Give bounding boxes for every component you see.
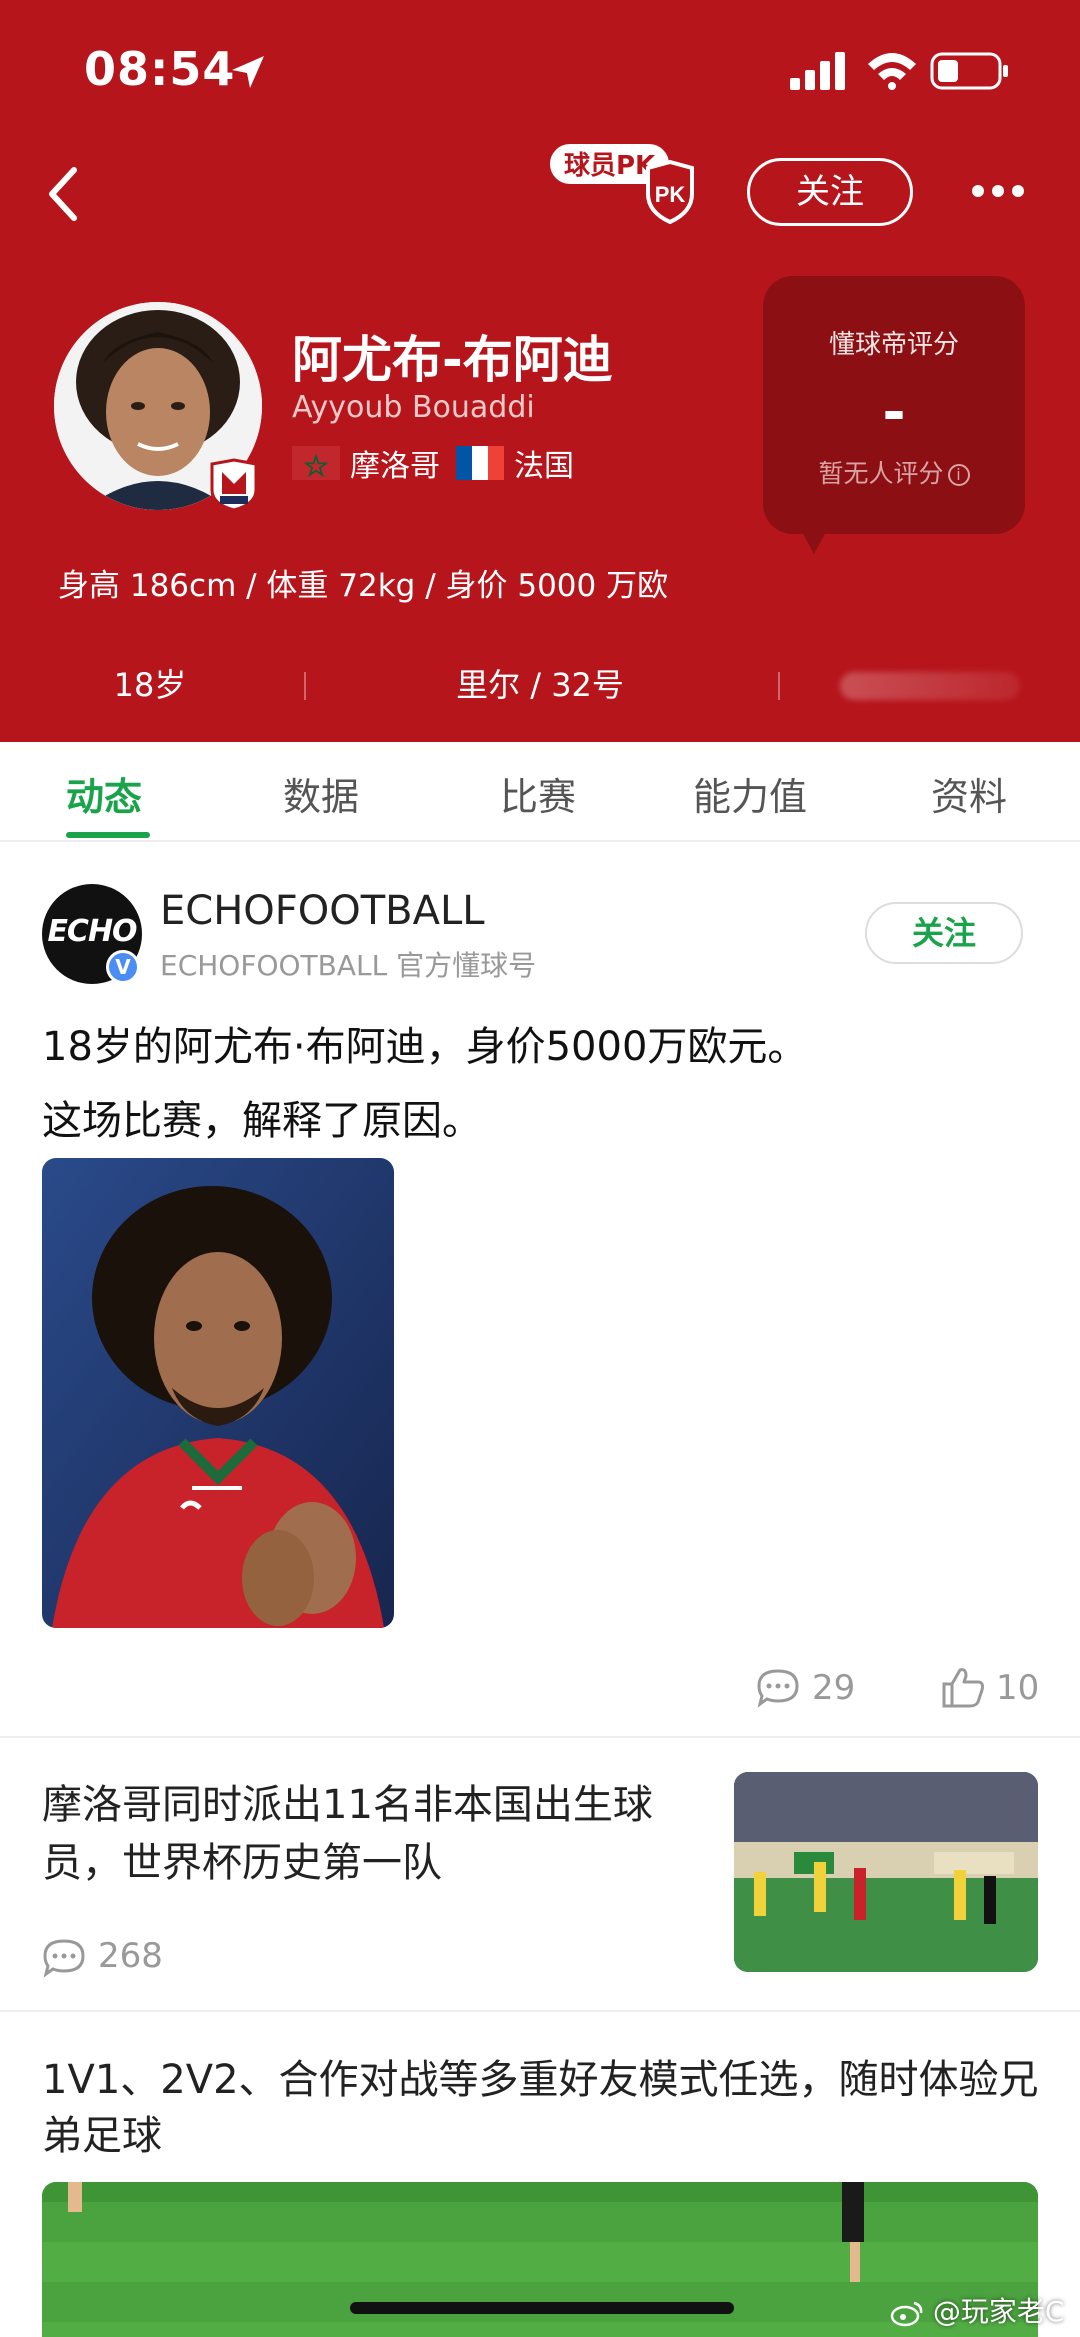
watermark: @玩家老C [890, 2290, 1064, 2330]
player-name-chinese: 阿尤布-布阿迪 [292, 331, 613, 389]
active-tab-indicator [66, 832, 150, 838]
info-icon: i [947, 464, 970, 486]
rating-box[interactable]: 懂球帝评分 - 暂无人评分 i [763, 276, 1025, 534]
player-tabs: 动态 数据 比赛 能力值 资料 [0, 742, 1080, 842]
news-item[interactable]: 摩洛哥同时派出11名非本国出生球员，世界杯历史第一队 268 [0, 1738, 1080, 2008]
france-flag-icon [456, 446, 504, 480]
lille-club-badge-icon [210, 458, 258, 512]
pk-shield-icon: PK [646, 160, 694, 224]
morocco-flag-icon [292, 446, 340, 480]
weibo-icon [890, 2301, 923, 2327]
comment-icon [43, 1939, 85, 1978]
blurred-summary-item [840, 672, 1020, 700]
battery-icon [930, 52, 1008, 90]
pk-shield-text: PK [655, 182, 686, 207]
follow-author-button[interactable]: 关注 [865, 902, 1023, 964]
thumbs-up-icon[interactable] [940, 1664, 986, 1710]
post-text: 18岁的阿尤布·布阿迪，身价5000万欧元。 这场比赛，解释了原因。 [42, 1010, 1042, 1158]
post-image[interactable] [42, 1158, 394, 1628]
player-summary-row: 18岁 里尔 / 32号 [0, 660, 1080, 712]
home-indicator[interactable] [350, 2302, 734, 2314]
top-navigation: 球员PK PK 关注 [0, 140, 1080, 250]
status-time: 08:54 [84, 42, 236, 96]
tab-news[interactable]: 动态 [66, 766, 142, 821]
player-page: 08:54 球员PK PK 关注 阿尤布-布阿迪 Ayyoub Bouaddi … [0, 0, 1080, 2337]
news-thumbnail[interactable] [734, 1772, 1038, 1972]
rating-box-pointer [800, 528, 828, 554]
follow-player-button[interactable]: 关注 [747, 158, 913, 226]
nation-morocco: 摩洛哥 [350, 449, 440, 484]
author-subtitle: ECHOFOOTBALL 官方懂球号 [160, 949, 537, 982]
player-name-english: Ayyoub Bouaddi [292, 390, 535, 425]
player-club-number[interactable]: 里尔 / 32号 [400, 660, 680, 706]
tab-ability[interactable]: 能力值 [693, 766, 807, 821]
promo-item[interactable]: 1V1、2V2、合作对战等多重好友模式任选，随时体验兄弟足球 [0, 2012, 1080, 2337]
cellular-signal-icon [790, 52, 845, 90]
promo-title[interactable]: 1V1、2V2、合作对战等多重好友模式任选，随时体验兄弟足球 [42, 2052, 1042, 2164]
news-title[interactable]: 摩洛哥同时派出11名非本国出生球员，世界杯历史第一队 [42, 1776, 702, 1892]
player-physical-stats: 身高 186cm / 体重 72kg / 身价 5000 万欧 [58, 568, 669, 604]
location-arrow-icon [232, 56, 264, 88]
post-text-line: 18岁的阿尤布·布阿迪，身价5000万欧元。 [42, 1024, 808, 1070]
rating-subtitle: 暂无人评分 i [763, 454, 1025, 490]
rating-title: 懂球帝评分 [828, 330, 959, 360]
tab-data[interactable]: 数据 [283, 766, 359, 821]
more-options-icon[interactable] [972, 184, 1024, 198]
tab-profile[interactable]: 资料 [931, 766, 1007, 821]
tab-matches[interactable]: 比赛 [500, 766, 576, 821]
author-name[interactable]: ECHOFOOTBALL [160, 888, 485, 934]
nation-france: 法国 [514, 449, 574, 484]
feed-post[interactable]: ECHO V ECHOFOOTBALL ECHOFOOTBALL 官方懂球号 关… [0, 844, 1080, 1734]
player-pk-button[interactable]: 球员PK PK [548, 140, 698, 224]
post-text-line: 这场比赛，解释了原因。 [42, 1098, 482, 1144]
news-comment-count: 268 [98, 1936, 163, 1976]
summary-divider [778, 672, 780, 700]
wifi-icon [868, 53, 916, 90]
post-actions: 29 10 [0, 1656, 1080, 1716]
watermark-text: @玩家老C [932, 2295, 1065, 2328]
rating-value: - [882, 380, 906, 445]
echo-logo-text: ECHO [47, 914, 137, 949]
rating-subtitle-text: 暂无人评分 [818, 459, 944, 488]
back-arrow-icon[interactable] [44, 162, 84, 226]
comment-count: 29 [812, 1668, 856, 1708]
player-age: 18岁 [113, 666, 187, 704]
status-bar: 08:54 [0, 0, 1080, 140]
summary-divider [304, 672, 306, 700]
like-count: 10 [996, 1668, 1040, 1708]
comment-icon[interactable] [756, 1668, 800, 1708]
player-nationalities: 摩洛哥 法国 [292, 440, 574, 486]
player-header: 08:54 球员PK PK 关注 阿尤布-布阿迪 Ayyoub Bouaddi … [0, 0, 1080, 742]
verified-badge-icon: V [106, 950, 140, 984]
